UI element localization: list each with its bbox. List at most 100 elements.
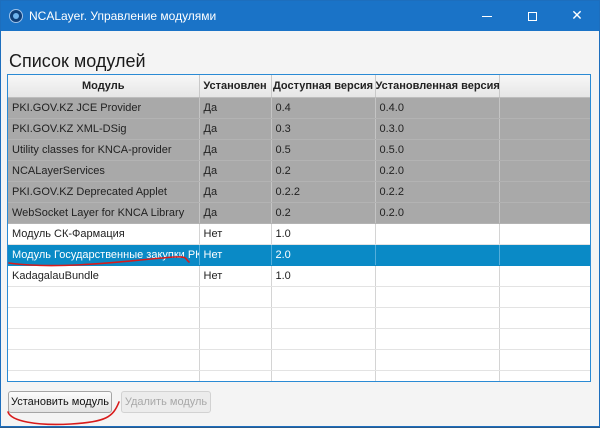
cell-available-version: 0.5	[271, 139, 376, 161]
empty-cell	[271, 286, 376, 308]
empty-cell	[8, 370, 200, 381]
empty-cell	[375, 370, 500, 381]
cell-module: PKI.GOV.KZ Deprecated Applet	[8, 181, 200, 203]
ncalayer-module-manager-window: NCALayer. Управление модулями ✕ Список м…	[0, 0, 600, 427]
cell-installed: Нет	[199, 265, 272, 287]
cell-installed: Нет	[199, 223, 272, 245]
table-row[interactable]: KadagalauBundle Нет 1.0	[8, 265, 590, 287]
cell-installed-version	[375, 223, 500, 245]
cell-filler	[499, 139, 590, 161]
empty-cell	[199, 286, 272, 308]
empty-cell	[271, 349, 376, 371]
cell-filler	[499, 160, 590, 182]
cell-available-version: 0.2	[271, 160, 376, 182]
modules-table: Модуль Установлен Доступная версия Устан…	[7, 74, 591, 382]
empty-cell	[8, 307, 200, 329]
minimize-button[interactable]	[465, 1, 509, 31]
close-button[interactable]: ✕	[555, 1, 599, 31]
cell-filler	[499, 202, 590, 224]
cell-available-version: 0.2	[271, 202, 376, 224]
cell-installed-version: 0.4.0	[375, 97, 500, 119]
cell-filler	[499, 265, 590, 287]
cell-installed: Да	[199, 139, 272, 161]
cell-module: PKI.GOV.KZ XML-DSig	[8, 118, 200, 140]
empty-cell	[199, 307, 272, 329]
table-row[interactable]: PKI.GOV.KZ Deprecated Applet Да 0.2.2 0.2.2	[8, 181, 590, 203]
empty-table-row	[8, 307, 590, 329]
cell-filler	[499, 223, 590, 245]
remove-module-button[interactable]: Удалить модуль	[121, 391, 211, 413]
modules-grid: Модуль Установлен Доступная версия Устан…	[8, 75, 590, 381]
cell-installed-version: 0.5.0	[375, 139, 500, 161]
cell-available-version: 1.0	[271, 265, 376, 287]
empty-cell	[375, 328, 500, 350]
empty-cell	[375, 286, 500, 308]
column-header-available-version[interactable]: Доступная версия	[271, 75, 376, 98]
minimize-icon	[482, 15, 492, 17]
cell-installed: Да	[199, 97, 272, 119]
cell-filler	[499, 118, 590, 140]
cell-module: Модуль Государственные закупки РК	[8, 244, 200, 266]
column-header-installed[interactable]: Установлен	[199, 75, 272, 98]
empty-cell	[271, 370, 376, 381]
cell-available-version: 2.0	[271, 244, 376, 266]
empty-cell	[499, 286, 590, 308]
empty-cell	[499, 328, 590, 350]
cell-installed: Да	[199, 118, 272, 140]
empty-table-row	[8, 349, 590, 371]
cell-filler	[499, 244, 590, 266]
table-row[interactable]: PKI.GOV.KZ JCE Provider Да 0.4 0.4.0	[8, 97, 590, 119]
table-row[interactable]: Модуль Государственные закупки РК Нет 2.0	[8, 244, 590, 266]
cell-installed-version: 0.2.2	[375, 181, 500, 203]
table-body: PKI.GOV.KZ JCE Provider Да 0.4 0.4.0 PKI.GOV…	[8, 97, 590, 381]
section-title: Список модулей	[9, 51, 146, 71]
cell-module: KadagalauBundle	[8, 265, 200, 287]
ncalayer-app-icon	[9, 9, 23, 23]
install-module-button[interactable]: Установить модуль	[8, 391, 112, 413]
cell-installed-version	[375, 265, 500, 287]
cell-module: Utility classes for KNCA-provider	[8, 139, 200, 161]
empty-cell	[199, 349, 272, 371]
maximize-icon	[527, 11, 537, 21]
table-row[interactable]: PKI.GOV.KZ XML-DSig Да 0.3 0.3.0	[8, 118, 590, 140]
empty-cell	[199, 370, 272, 381]
cell-installed: Да	[199, 160, 272, 182]
table-row[interactable]: Utility classes for KNCA-provider Да 0.5 0.…	[8, 139, 590, 161]
cell-module: NCALayerServices	[8, 160, 200, 182]
empty-cell	[8, 286, 200, 308]
cell-module: Модуль СК-Фармация	[8, 223, 200, 245]
cell-filler	[499, 97, 590, 119]
title-bar[interactable]: NCALayer. Управление модулями ✕	[1, 1, 599, 31]
table-row[interactable]: Модуль СК-Фармация Нет 1.0	[8, 223, 590, 245]
empty-table-row	[8, 370, 590, 381]
empty-table-row	[8, 328, 590, 350]
cell-installed-version: 0.3.0	[375, 118, 500, 140]
cell-module: PKI.GOV.KZ JCE Provider	[8, 97, 200, 119]
cell-available-version: 1.0	[271, 223, 376, 245]
column-header-installed-version[interactable]: Установленная версия	[375, 75, 500, 98]
close-icon: ✕	[571, 8, 583, 24]
empty-cell	[499, 349, 590, 371]
cell-available-version: 0.4	[271, 97, 376, 119]
table-row[interactable]: WebSocket Layer for KNCA Library Да 0.2 0.2…	[8, 202, 590, 224]
cell-module: WebSocket Layer for KNCA Library	[8, 202, 200, 224]
cell-available-version: 0.2.2	[271, 181, 376, 203]
empty-cell	[271, 307, 376, 329]
empty-cell	[271, 328, 376, 350]
table-row[interactable]: NCALayerServices Да 0.2 0.2.0	[8, 160, 590, 182]
empty-cell	[199, 328, 272, 350]
cell-available-version: 0.3	[271, 118, 376, 140]
cell-installed: Да	[199, 181, 272, 203]
cell-installed-version	[375, 244, 500, 266]
empty-table-row	[8, 286, 590, 308]
cell-installed-version: 0.2.0	[375, 160, 500, 182]
cell-installed: Нет	[199, 244, 272, 266]
cell-installed: Да	[199, 202, 272, 224]
empty-cell	[8, 349, 200, 371]
cell-installed-version: 0.2.0	[375, 202, 500, 224]
empty-cell	[375, 307, 500, 329]
cell-filler	[499, 181, 590, 203]
maximize-button[interactable]	[510, 1, 554, 31]
column-header-filler	[499, 75, 590, 98]
column-header-module[interactable]: Модуль	[8, 75, 200, 98]
